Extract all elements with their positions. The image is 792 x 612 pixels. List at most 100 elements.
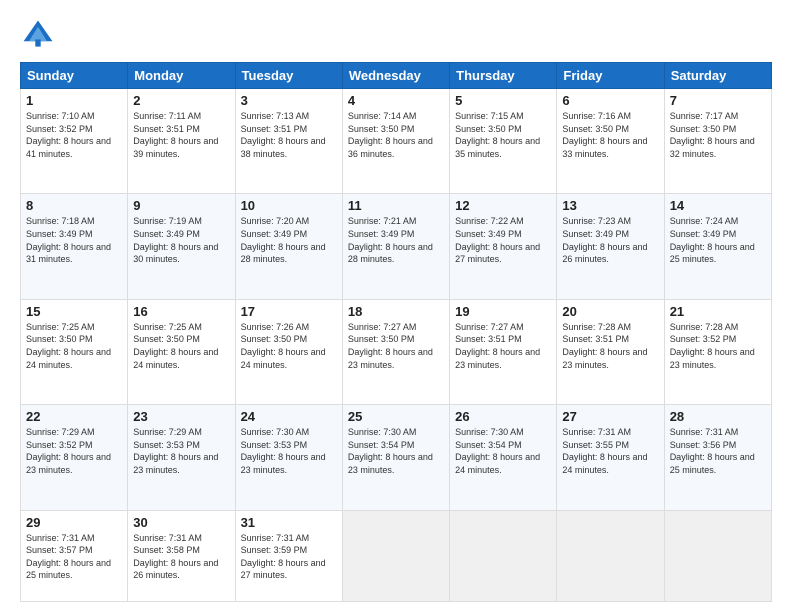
day-number: 1: [26, 93, 122, 108]
weekday-header-row: SundayMondayTuesdayWednesdayThursdayFrid…: [21, 63, 772, 89]
day-number: 3: [241, 93, 337, 108]
header: [20, 16, 772, 52]
calendar-cell: 9 Sunrise: 7:19 AMSunset: 3:49 PMDaylight…: [128, 194, 235, 299]
day-number: 12: [455, 198, 551, 213]
day-info: Sunrise: 7:10 AMSunset: 3:52 PMDaylight:…: [26, 110, 122, 160]
calendar-cell: 6 Sunrise: 7:16 AMSunset: 3:50 PMDaylight…: [557, 89, 664, 194]
day-info: Sunrise: 7:31 AMSunset: 3:57 PMDaylight:…: [26, 532, 122, 582]
logo: [20, 16, 60, 52]
day-number: 13: [562, 198, 658, 213]
day-number: 7: [670, 93, 766, 108]
calendar-cell: 14 Sunrise: 7:24 AMSunset: 3:49 PMDayligh…: [664, 194, 771, 299]
day-number: 11: [348, 198, 444, 213]
day-number: 20: [562, 304, 658, 319]
calendar-cell: 8Sunrise: 7:18 AMSunset: 3:49 PMDaylight…: [21, 194, 128, 299]
day-info: Sunrise: 7:31 AMSunset: 3:56 PMDaylight:…: [670, 426, 766, 476]
calendar-cell: 4 Sunrise: 7:14 AMSunset: 3:50 PMDaylight…: [342, 89, 449, 194]
day-number: 5: [455, 93, 551, 108]
day-info: Sunrise: 7:29 AMSunset: 3:53 PMDaylight:…: [133, 426, 229, 476]
calendar-cell: 19 Sunrise: 7:27 AMSunset: 3:51 PMDayligh…: [450, 299, 557, 404]
day-number: 26: [455, 409, 551, 424]
day-number: 23: [133, 409, 229, 424]
calendar-cell: 18 Sunrise: 7:27 AMSunset: 3:50 PMDayligh…: [342, 299, 449, 404]
day-number: 6: [562, 93, 658, 108]
calendar-cell: 27Sunrise: 7:31 AMSunset: 3:55 PMDayligh…: [557, 405, 664, 510]
day-info: Sunrise: 7:15 AMSunset: 3:50 PMDaylight:…: [455, 110, 551, 160]
day-info: Sunrise: 7:21 AMSunset: 3:49 PMDaylight:…: [348, 215, 444, 265]
day-number: 14: [670, 198, 766, 213]
day-info: Sunrise: 7:11 AMSunset: 3:51 PMDaylight:…: [133, 110, 229, 160]
weekday-header-tuesday: Tuesday: [235, 63, 342, 89]
calendar-cell: 2 Sunrise: 7:11 AMSunset: 3:51 PMDaylight…: [128, 89, 235, 194]
calendar-cell: 1 Sunrise: 7:10 AMSunset: 3:52 PMDaylight…: [21, 89, 128, 194]
calendar-cell: 28Sunrise: 7:31 AMSunset: 3:56 PMDayligh…: [664, 405, 771, 510]
day-info: Sunrise: 7:28 AMSunset: 3:52 PMDaylight:…: [670, 321, 766, 371]
day-info: Sunrise: 7:22 AMSunset: 3:49 PMDaylight:…: [455, 215, 551, 265]
day-info: Sunrise: 7:24 AMSunset: 3:49 PMDaylight:…: [670, 215, 766, 265]
calendar-cell: 3 Sunrise: 7:13 AMSunset: 3:51 PMDaylight…: [235, 89, 342, 194]
day-number: 19: [455, 304, 551, 319]
calendar-cell: 15 Sunrise: 7:25 AMSunset: 3:50 PMDayligh…: [21, 299, 128, 404]
day-number: 21: [670, 304, 766, 319]
day-info: Sunrise: 7:16 AMSunset: 3:50 PMDaylight:…: [562, 110, 658, 160]
day-info: Sunrise: 7:30 AMSunset: 3:54 PMDaylight:…: [348, 426, 444, 476]
weekday-header-friday: Friday: [557, 63, 664, 89]
calendar-cell: 16 Sunrise: 7:25 AMSunset: 3:50 PMDayligh…: [128, 299, 235, 404]
day-number: 25: [348, 409, 444, 424]
day-number: 15: [26, 304, 122, 319]
calendar-body: 1 Sunrise: 7:10 AMSunset: 3:52 PMDaylight…: [21, 89, 772, 602]
calendar-cell: 17 Sunrise: 7:26 AMSunset: 3:50 PMDayligh…: [235, 299, 342, 404]
day-number: 18: [348, 304, 444, 319]
day-info: Sunrise: 7:25 AMSunset: 3:50 PMDaylight:…: [133, 321, 229, 371]
day-info: Sunrise: 7:27 AMSunset: 3:51 PMDaylight:…: [455, 321, 551, 371]
day-number: 24: [241, 409, 337, 424]
calendar-cell: [450, 510, 557, 602]
calendar-cell: 10Sunrise: 7:20 AMSunset: 3:49 PMDayligh…: [235, 194, 342, 299]
week-row-4: 22Sunrise: 7:29 AMSunset: 3:52 PMDayligh…: [21, 405, 772, 510]
calendar-cell: 24 Sunrise: 7:30 AMSunset: 3:53 PMDayligh…: [235, 405, 342, 510]
day-info: Sunrise: 7:30 AMSunset: 3:53 PMDaylight:…: [241, 426, 337, 476]
day-number: 9: [133, 198, 229, 213]
day-number: 29: [26, 515, 122, 530]
weekday-header-monday: Monday: [128, 63, 235, 89]
calendar-cell: 21 Sunrise: 7:28 AMSunset: 3:52 PMDayligh…: [664, 299, 771, 404]
calendar-cell: 7Sunrise: 7:17 AMSunset: 3:50 PMDaylight…: [664, 89, 771, 194]
day-info: Sunrise: 7:19 AMSunset: 3:49 PMDaylight:…: [133, 215, 229, 265]
day-number: 22: [26, 409, 122, 424]
day-number: 30: [133, 515, 229, 530]
day-info: Sunrise: 7:13 AMSunset: 3:51 PMDaylight:…: [241, 110, 337, 160]
day-info: Sunrise: 7:18 AMSunset: 3:49 PMDaylight:…: [26, 215, 122, 265]
weekday-header-thursday: Thursday: [450, 63, 557, 89]
calendar-cell: 22Sunrise: 7:29 AMSunset: 3:52 PMDayligh…: [21, 405, 128, 510]
day-info: Sunrise: 7:26 AMSunset: 3:50 PMDaylight:…: [241, 321, 337, 371]
calendar-cell: 23 Sunrise: 7:29 AMSunset: 3:53 PMDayligh…: [128, 405, 235, 510]
logo-icon: [20, 16, 56, 52]
day-info: Sunrise: 7:14 AMSunset: 3:50 PMDaylight:…: [348, 110, 444, 160]
day-number: 16: [133, 304, 229, 319]
calendar-cell: 13Sunrise: 7:23 AMSunset: 3:49 PMDayligh…: [557, 194, 664, 299]
week-row-2: 8Sunrise: 7:18 AMSunset: 3:49 PMDaylight…: [21, 194, 772, 299]
day-number: 4: [348, 93, 444, 108]
day-info: Sunrise: 7:27 AMSunset: 3:50 PMDaylight:…: [348, 321, 444, 371]
day-info: Sunrise: 7:31 AMSunset: 3:59 PMDaylight:…: [241, 532, 337, 582]
calendar-cell: 26 Sunrise: 7:30 AMSunset: 3:54 PMDayligh…: [450, 405, 557, 510]
page: SundayMondayTuesdayWednesdayThursdayFrid…: [0, 0, 792, 612]
weekday-header-wednesday: Wednesday: [342, 63, 449, 89]
day-number: 2: [133, 93, 229, 108]
calendar-cell: 29 Sunrise: 7:31 AMSunset: 3:57 PMDayligh…: [21, 510, 128, 602]
calendar: SundayMondayTuesdayWednesdayThursdayFrid…: [20, 62, 772, 602]
day-info: Sunrise: 7:31 AMSunset: 3:55 PMDaylight:…: [562, 426, 658, 476]
calendar-cell: 20 Sunrise: 7:28 AMSunset: 3:51 PMDayligh…: [557, 299, 664, 404]
week-row-1: 1 Sunrise: 7:10 AMSunset: 3:52 PMDaylight…: [21, 89, 772, 194]
day-info: Sunrise: 7:28 AMSunset: 3:51 PMDaylight:…: [562, 321, 658, 371]
day-info: Sunrise: 7:20 AMSunset: 3:49 PMDaylight:…: [241, 215, 337, 265]
calendar-cell: 30 Sunrise: 7:31 AMSunset: 3:58 PMDayligh…: [128, 510, 235, 602]
day-number: 17: [241, 304, 337, 319]
calendar-cell: 31 Sunrise: 7:31 AMSunset: 3:59 PMDayligh…: [235, 510, 342, 602]
day-number: 31: [241, 515, 337, 530]
day-info: Sunrise: 7:31 AMSunset: 3:58 PMDaylight:…: [133, 532, 229, 582]
calendar-cell: 12 Sunrise: 7:22 AMSunset: 3:49 PMDayligh…: [450, 194, 557, 299]
day-info: Sunrise: 7:25 AMSunset: 3:50 PMDaylight:…: [26, 321, 122, 371]
day-info: Sunrise: 7:30 AMSunset: 3:54 PMDaylight:…: [455, 426, 551, 476]
week-row-5: 29 Sunrise: 7:31 AMSunset: 3:57 PMDayligh…: [21, 510, 772, 602]
